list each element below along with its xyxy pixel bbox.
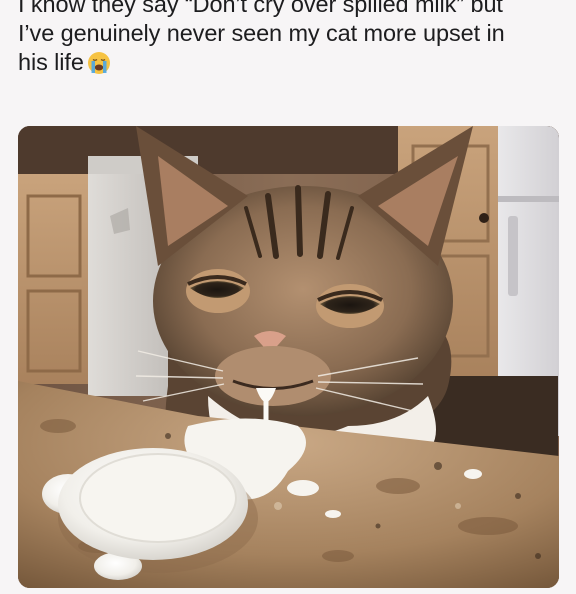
caption-line-1: I know they say “Don’t cry over spilled … — [18, 0, 503, 17]
caption-line-3-text: his life — [18, 49, 84, 75]
post-caption: I know they say “Don’t cry over spilled … — [18, 0, 566, 77]
loudly-crying-face-icon — [87, 51, 111, 75]
caption-line-3: his life — [18, 48, 566, 77]
kitchen-cabinet-left — [18, 174, 90, 384]
caption-line-2: I’ve genuinely never seen my cat more up… — [18, 20, 505, 46]
cat-photo — [18, 126, 559, 588]
meme-post: I know they say “Don’t cry over spilled … — [0, 0, 576, 594]
